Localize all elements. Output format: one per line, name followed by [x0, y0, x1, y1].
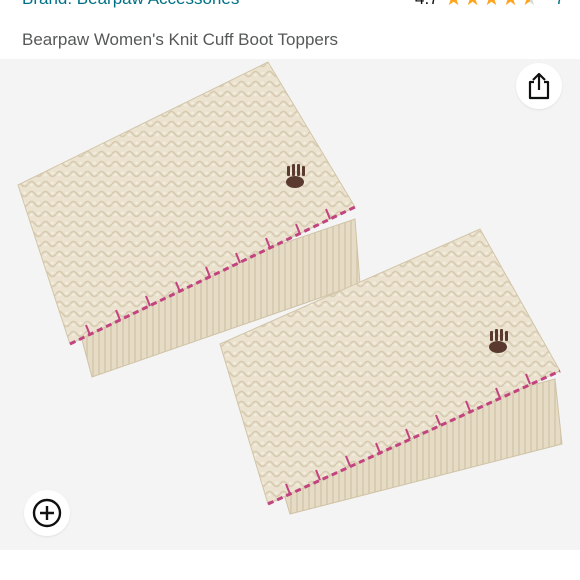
product-image [17, 61, 563, 515]
star-icon: ★ [445, 0, 463, 9]
product-image-area[interactable] [0, 59, 580, 550]
star-icon: ★ [501, 0, 519, 9]
brand-link[interactable]: Brand: Bearpaw Accessories [22, 0, 239, 9]
product-title: Bearpaw Women's Knit Cuff Boot Toppers [22, 30, 339, 49]
footer-strip [0, 550, 580, 580]
zoom-in-icon [32, 498, 62, 528]
share-button[interactable] [516, 63, 562, 109]
rating-stars: ★ ★ ★ ★ ★ [445, 0, 539, 9]
brand-rating-row: Brand: Bearpaw Accessories 4.7 ★ ★ ★ ★ ★… [0, 0, 580, 13]
share-icon [528, 72, 550, 100]
rating-value: 4.7 [415, 0, 439, 9]
star-icon: ★ [483, 0, 501, 9]
star-half-icon: ★ [520, 0, 538, 9]
star-icon: ★ [464, 0, 482, 9]
zoom-button[interactable] [24, 490, 70, 536]
rating-count-link[interactable]: 7 [555, 0, 564, 9]
rating-summary[interactable]: 4.7 ★ ★ ★ ★ ★ [415, 0, 538, 9]
